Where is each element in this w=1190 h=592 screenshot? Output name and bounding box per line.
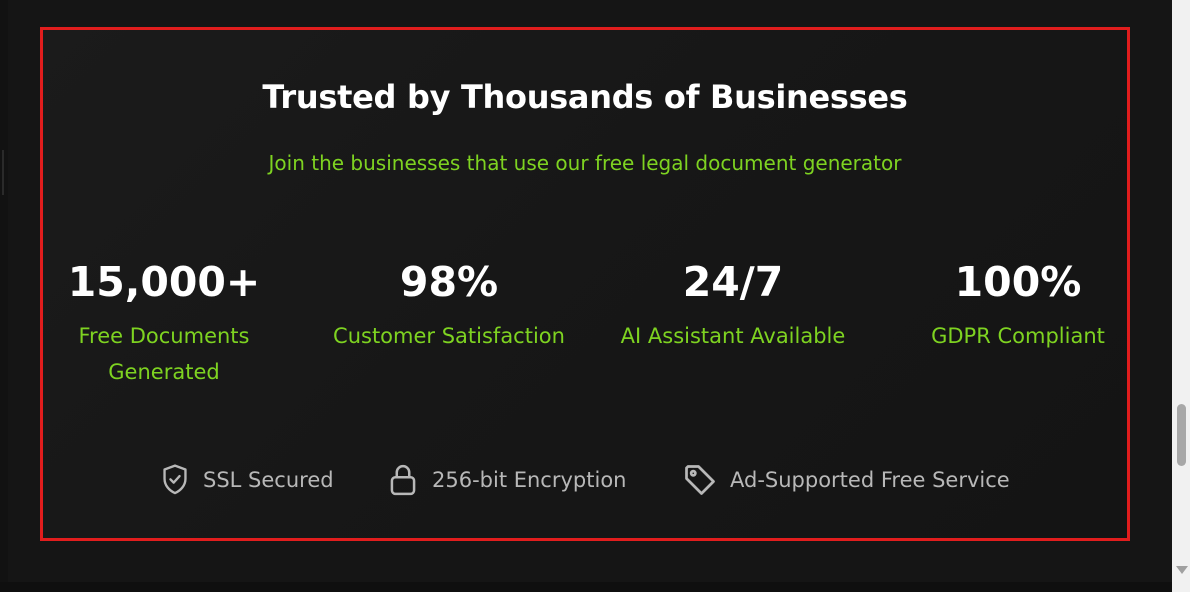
badge-label: Ad-Supported Free Service xyxy=(730,468,1010,492)
stat-documents: 15,000+ Free Documents Generated xyxy=(29,258,299,390)
stat-value: 98% xyxy=(399,258,499,306)
page: Trusted by Thousands of Businesses Join … xyxy=(0,0,1190,592)
stat-label: GDPR Compliant xyxy=(931,324,1105,348)
trust-badges: SSL Secured 256-bit Encryption Ad-Suppor… xyxy=(43,460,1127,500)
left-panel-edge xyxy=(0,0,8,592)
lock-icon xyxy=(386,462,420,498)
scrollbar-thumb[interactable] xyxy=(1177,404,1186,466)
badge-encryption: 256-bit Encryption xyxy=(386,460,626,500)
stat-assistant: 24/7 AI Assistant Available xyxy=(598,258,868,354)
badge-ssl: SSL Secured xyxy=(159,460,334,500)
page-bottom-strip xyxy=(0,582,1172,592)
stat-gdpr: 100% GDPR Compliant xyxy=(883,258,1153,354)
stat-value: 24/7 xyxy=(682,258,784,306)
tag-icon xyxy=(682,462,718,498)
badge-label: 256-bit Encryption xyxy=(432,468,627,492)
trust-section: Trusted by Thousands of Businesses Join … xyxy=(40,27,1130,541)
stat-label: Customer Satisfaction xyxy=(333,324,565,348)
badge-label: SSL Secured xyxy=(203,468,334,492)
stat-label: Free Documents Generated xyxy=(78,324,250,384)
section-subtitle: Join the businesses that use our free le… xyxy=(268,151,902,175)
badge-ad-supported: Ad-Supported Free Service xyxy=(682,460,1010,500)
scroll-down-arrow-icon[interactable] xyxy=(1176,566,1188,574)
panel-splitter[interactable] xyxy=(2,150,4,195)
stat-value: 100% xyxy=(954,258,1082,306)
stat-value: 15,000+ xyxy=(67,258,261,306)
stat-label: AI Assistant Available xyxy=(620,324,846,348)
section-title: Trusted by Thousands of Businesses xyxy=(262,78,908,116)
vertical-scrollbar[interactable] xyxy=(1172,0,1190,592)
stat-satisfaction: 98% Customer Satisfaction xyxy=(314,258,584,354)
shield-check-icon xyxy=(159,463,191,497)
